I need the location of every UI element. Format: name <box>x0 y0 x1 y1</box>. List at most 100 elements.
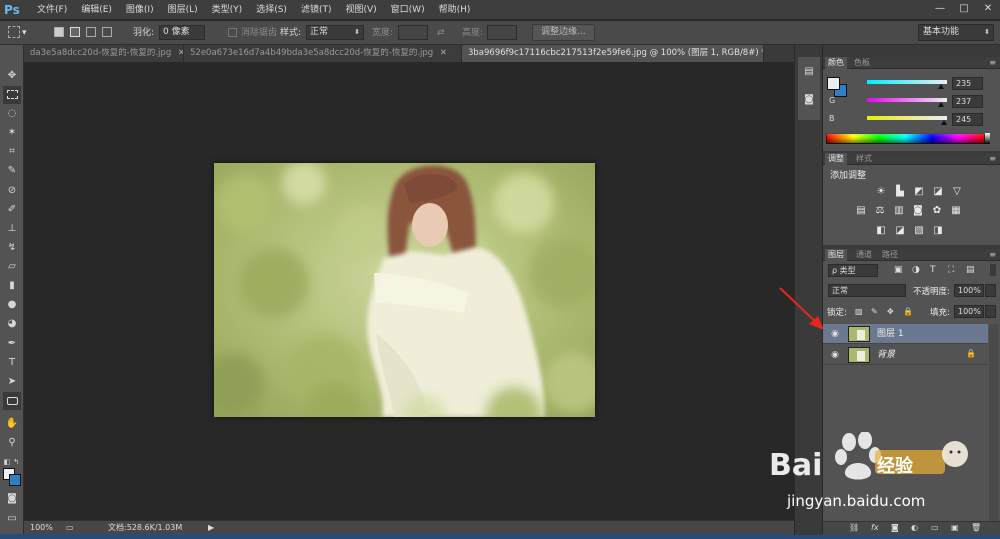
panel-menu-icon[interactable]: ≡ <box>989 153 996 165</box>
type-tool-icon[interactable]: T <box>3 354 21 372</box>
healing-brush-tool-icon[interactable]: ⊘ <box>3 182 21 200</box>
refine-edge-button[interactable]: 调整边缘... <box>532 24 595 41</box>
tab-swatches[interactable]: 色板 <box>851 57 873 69</box>
lock-pixels-icon[interactable]: ✎ <box>871 307 878 316</box>
layer-name[interactable]: 图层 1 <box>877 328 904 340</box>
clone-stamp-tool-icon[interactable]: ⊥ <box>3 220 21 238</box>
fill-input[interactable]: 100% <box>954 305 984 318</box>
layers-scrollbar[interactable] <box>989 324 998 524</box>
tab-channels[interactable]: 通道 <box>853 249 875 261</box>
photo-filter-icon[interactable]: ◙ <box>911 205 925 217</box>
red-slider-thumb[interactable] <box>937 84 944 89</box>
layer-row-background[interactable]: ◉ 背景 🔒 <box>823 345 988 365</box>
blur-tool-icon[interactable]: ● <box>3 296 21 314</box>
rect-marquee-tool-icon[interactable] <box>3 86 21 104</box>
new-group-icon[interactable]: ▭ <box>931 523 939 532</box>
opacity-dropdown[interactable] <box>985 284 996 297</box>
smart-object-filter-icon[interactable]: ▤ <box>966 265 975 275</box>
properties-panel-icon[interactable]: ◙ <box>802 93 816 107</box>
add-mask-icon[interactable]: ◙ <box>891 523 899 532</box>
layer-filter-select[interactable]: ρ 类型 <box>828 264 878 277</box>
channel-mixer-icon[interactable]: ✿ <box>930 205 944 217</box>
visibility-eye-icon[interactable]: ◉ <box>829 349 841 361</box>
path-selection-tool-icon[interactable]: ➤ <box>3 373 21 391</box>
close-icon[interactable]: ✕ <box>440 48 447 58</box>
type-filter-icon[interactable]: T <box>930 265 936 275</box>
vibrance-icon[interactable]: ▽ <box>950 186 964 198</box>
history-brush-tool-icon[interactable]: ↯ <box>3 239 21 257</box>
new-layer-icon[interactable]: ▣ <box>951 523 959 532</box>
menu-edit[interactable]: 编辑(E) <box>74 0 119 20</box>
color-spectrum-grayscale[interactable] <box>985 133 990 144</box>
blue-slider-thumb[interactable] <box>940 120 947 125</box>
visibility-eye-icon[interactable]: ◉ <box>829 328 841 340</box>
color-lookup-icon[interactable]: ▦ <box>949 205 963 217</box>
blend-mode-select[interactable]: 正常 <box>828 284 906 297</box>
menu-view[interactable]: 视图(V) <box>338 0 383 20</box>
menu-window[interactable]: 窗口(W) <box>384 0 432 20</box>
quick-mask-icon[interactable]: ◙ <box>3 490 21 508</box>
posterize-icon[interactable]: ◪ <box>893 225 907 237</box>
blue-value-input[interactable]: 245 <box>952 113 983 126</box>
layer-style-icon[interactable]: fx <box>871 523 879 532</box>
exposure-icon[interactable]: ◪ <box>931 186 945 198</box>
color-balance-icon[interactable]: ⚖ <box>873 205 887 217</box>
shape-filter-icon[interactable]: ⛶ <box>948 265 954 275</box>
eyedropper-tool-icon[interactable]: ✎ <box>3 162 21 180</box>
link-layers-icon[interactable]: ⛓ <box>849 523 859 532</box>
menu-file[interactable]: 文件(F) <box>30 0 74 20</box>
hand-tool-icon[interactable]: ✋ <box>3 415 21 433</box>
background-color-swatch[interactable] <box>9 474 21 486</box>
doc-info-icon[interactable]: ▭ <box>66 522 74 534</box>
filter-toggle[interactable] <box>990 264 996 276</box>
lock-position-icon[interactable]: ✥ <box>887 307 894 316</box>
hue-saturation-icon[interactable]: ▤ <box>854 205 868 217</box>
threshold-icon[interactable]: ▧ <box>912 225 926 237</box>
height-input[interactable] <box>487 25 517 40</box>
marquee-preset-icon[interactable] <box>8 26 20 38</box>
menu-layer[interactable]: 图层(L) <box>161 0 205 20</box>
style-select[interactable]: 正常 ⬍ <box>306 25 364 40</box>
zoom-tool-icon[interactable]: ⚲ <box>3 434 21 452</box>
black-white-icon[interactable]: ▥ <box>892 205 906 217</box>
new-adjustment-icon[interactable]: ◐ <box>911 523 918 532</box>
close-button[interactable]: ✕ <box>976 0 1000 18</box>
gradient-tool-icon[interactable]: ▮ <box>3 277 21 295</box>
minimize-button[interactable]: — <box>928 0 952 18</box>
lock-transparency-icon[interactable]: ▨ <box>855 307 863 316</box>
lasso-tool-icon[interactable]: ◌ <box>3 105 21 123</box>
width-input[interactable] <box>398 25 428 40</box>
green-value-input[interactable]: 237 <box>952 95 983 108</box>
invert-icon[interactable]: ◧ <box>874 225 888 237</box>
red-value-input[interactable]: 235 <box>952 77 983 90</box>
tab-color[interactable]: 颜色 <box>825 57 847 69</box>
dodge-tool-icon[interactable]: ◕ <box>3 315 21 333</box>
tab-document-2[interactable]: 52e0a673e16d7a4b49bda3e5a8dcc20d-恢复的-恢复的… <box>184 45 462 62</box>
green-slider[interactable] <box>867 98 947 102</box>
gradient-map-icon[interactable]: ◨ <box>931 225 945 237</box>
blue-slider[interactable] <box>867 116 947 120</box>
feather-input[interactable]: 0 像素 <box>159 25 205 40</box>
preset-dropdown-icon[interactable]: ▾ <box>22 26 27 40</box>
history-panel-icon[interactable]: ▤ <box>802 65 816 79</box>
layer-name[interactable]: 背景 <box>877 349 895 361</box>
swap-icon[interactable]: ⇄ <box>437 26 445 40</box>
panel-menu-icon[interactable]: ≡ <box>989 249 996 261</box>
adjustment-filter-icon[interactable]: ◑ <box>912 265 920 275</box>
brightness-icon[interactable]: ☀ <box>874 186 888 198</box>
tab-document-1[interactable]: da3e5a8dcc20d-恢复的-恢复的.jpg ✕ <box>24 45 184 62</box>
menu-image[interactable]: 图像(I) <box>119 0 161 20</box>
tab-layers[interactable]: 图层 <box>825 249 847 261</box>
pen-tool-icon[interactable]: ✒ <box>3 335 21 353</box>
brush-tool-icon[interactable]: ✐ <box>3 201 21 219</box>
color-panel-foreground-swatch[interactable] <box>827 77 840 90</box>
workspace-select[interactable]: 基本功能 ⬍ <box>918 24 994 41</box>
antialias-checkbox[interactable] <box>228 28 237 37</box>
fill-dropdown[interactable] <box>985 305 996 318</box>
panel-menu-icon[interactable]: ≡ <box>989 57 996 69</box>
zoom-level[interactable]: 100% <box>30 522 53 534</box>
curves-icon[interactable]: ◩ <box>912 186 926 198</box>
layer-row-layer1[interactable]: ◉ 图层 1 <box>823 324 988 344</box>
lock-all-icon[interactable]: 🔒 <box>903 307 913 316</box>
add-selection-icon[interactable] <box>70 27 80 37</box>
